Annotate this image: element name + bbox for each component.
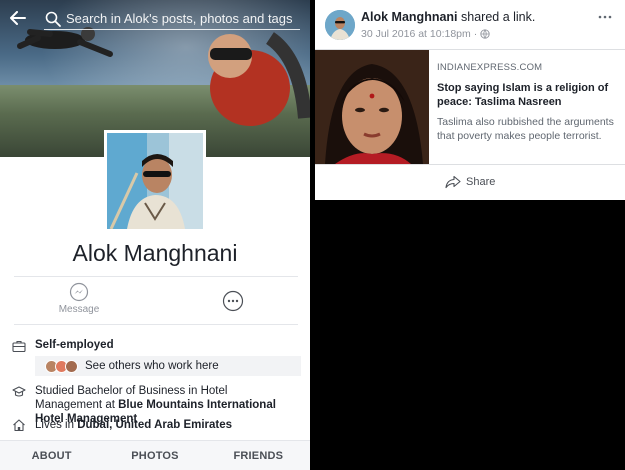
more-options-button[interactable] [222,290,244,312]
link-preview[interactable]: INDIANEXPRESS.COM Stop saying Islam is a… [315,49,625,165]
message-button[interactable]: Message [52,282,106,322]
back-button[interactable] [0,0,36,36]
education-row: Studied Bachelor of Business in Hotel Ma… [0,384,310,425]
coworkers-link[interactable]: See others who work here [35,356,301,376]
message-label: Message [58,304,100,315]
post-options-button[interactable] [597,10,613,22]
profile-panel: Alok Manghnani Message Self-employed [0,0,310,470]
share-icon [445,175,461,189]
profile-name: Alok Manghnani [72,240,238,266]
post-meta: 30 Jul 2016 at 10:18pm · [361,28,490,40]
post-action-text: shared a link. [457,10,536,24]
more-horizontal-icon [222,290,244,312]
divider [14,324,298,325]
back-arrow-icon [10,11,26,25]
work-title: Self-employed [35,339,114,351]
link-title[interactable]: Stop saying Islam is a religion of peace… [437,81,619,109]
coworkers-label: See others who work here [85,360,219,372]
link-source: INDIANEXPRESS.COM [437,62,543,73]
profile-photo-image [107,133,203,229]
graduation-cap-icon [12,386,26,397]
globe-icon [480,29,490,39]
home-icon [13,419,25,432]
post-author-avatar[interactable] [325,10,355,40]
share-button[interactable]: Share [445,172,495,192]
link-description: Taslima also rubbished the arguments tha… [437,116,614,142]
post-timestamp[interactable]: 30 Jul 2016 at 10:18pm [361,28,471,40]
tab-about[interactable]: ABOUT [0,441,103,470]
lives-place[interactable]: Dubai, United Arab Emirates [77,419,232,431]
divider [14,276,298,277]
ellipsis-icon [598,15,612,19]
lives-text: Lives in Dubai, United Arab Emirates [35,418,294,432]
briefcase-icon [12,340,26,353]
avatar [65,359,78,373]
coworker-avatars [45,359,78,373]
search-input[interactable] [66,11,296,26]
post-header: Alok Manghnani shared a link. [361,10,535,24]
lives-prefix: Lives in [35,419,78,431]
post-card: Alok Manghnani shared a link. 30 Jul 201… [315,0,625,200]
messenger-icon [69,282,89,302]
post-author-name[interactable]: Alok Manghnani [361,10,458,24]
profile-tabs: ABOUT PHOTOS FRIENDS [0,440,310,470]
profile-picture[interactable] [104,130,206,232]
lives-row: Lives in Dubai, United Arab Emirates [0,418,310,434]
meta-separator: · [473,28,478,40]
share-label: Share [466,176,496,188]
top-bar [0,0,310,36]
search-bar[interactable] [44,8,300,30]
tab-friends[interactable]: FRIENDS [207,441,310,470]
avatar-image [325,10,355,40]
work-row: Self-employed [0,338,310,354]
tab-photos[interactable]: PHOTOS [103,441,206,470]
search-icon [45,11,61,27]
portrait-image [315,50,429,164]
link-thumbnail[interactable] [315,50,429,164]
profile-actions: Message [0,280,310,324]
